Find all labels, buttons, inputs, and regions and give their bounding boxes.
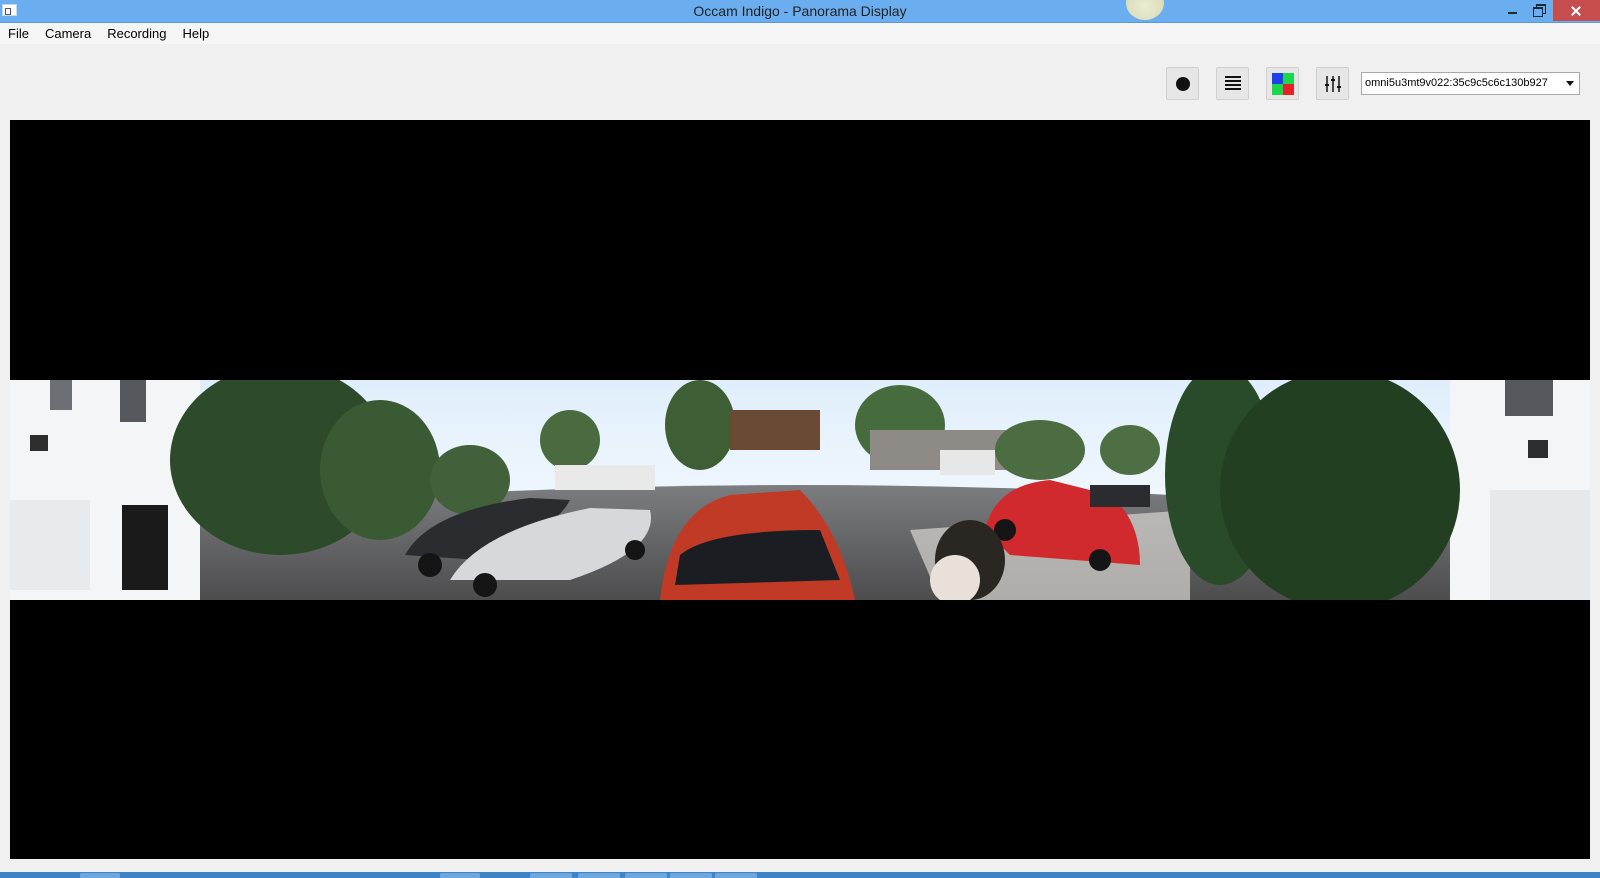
menu-recording[interactable]: Recording <box>99 23 174 44</box>
close-button[interactable] <box>1553 0 1600 21</box>
menu-file[interactable]: File <box>0 23 37 44</box>
taskbar <box>0 872 1600 878</box>
panorama-image <box>10 380 1590 600</box>
taskbar-item[interactable] <box>80 873 120 878</box>
window-title: Occam Indigo - Panorama Display <box>693 3 907 19</box>
menu-help[interactable]: Help <box>174 23 217 44</box>
taskbar-item[interactable] <box>530 873 572 878</box>
toolbar: omni5u3mt9v022:35c9c5c6c130b927 <box>0 44 1600 120</box>
menu-help-label: Help <box>182 26 210 41</box>
restore-button[interactable] <box>1526 0 1550 21</box>
taskbar-item[interactable] <box>715 873 757 878</box>
menu-camera[interactable]: Camera <box>37 23 99 44</box>
menu-file-label: File <box>8 26 29 41</box>
taskbar-item[interactable] <box>578 873 620 878</box>
camera-select[interactable]: omni5u3mt9v022:35c9c5c6c130b927 <box>1361 72 1580 95</box>
taskbar-item[interactable] <box>670 873 712 878</box>
taskbar-item[interactable] <box>625 873 667 878</box>
sliders-icon <box>1325 76 1341 92</box>
menu-camera-label: Camera <box>44 26 92 41</box>
record-button[interactable] <box>1166 67 1199 100</box>
chevron-down-icon <box>1566 81 1574 86</box>
menu-bar: File Camera Recording Help <box>0 23 1600 44</box>
color-grid-icon <box>1272 73 1294 95</box>
minimize-button[interactable] <box>1500 0 1524 21</box>
taskbar-item[interactable] <box>440 873 480 878</box>
camera-select-value: omni5u3mt9v022:35c9c5c6c130b927 <box>1365 77 1548 89</box>
record-icon <box>1176 77 1190 91</box>
title-bar: Occam Indigo - Panorama Display <box>0 0 1600 23</box>
color-mode-button[interactable] <box>1266 67 1299 100</box>
menu-recording-label: Recording <box>107 26 167 41</box>
settings-button[interactable] <box>1316 67 1349 100</box>
panorama-display[interactable] <box>10 120 1590 859</box>
list-button[interactable] <box>1216 67 1249 100</box>
list-icon <box>1225 76 1241 92</box>
